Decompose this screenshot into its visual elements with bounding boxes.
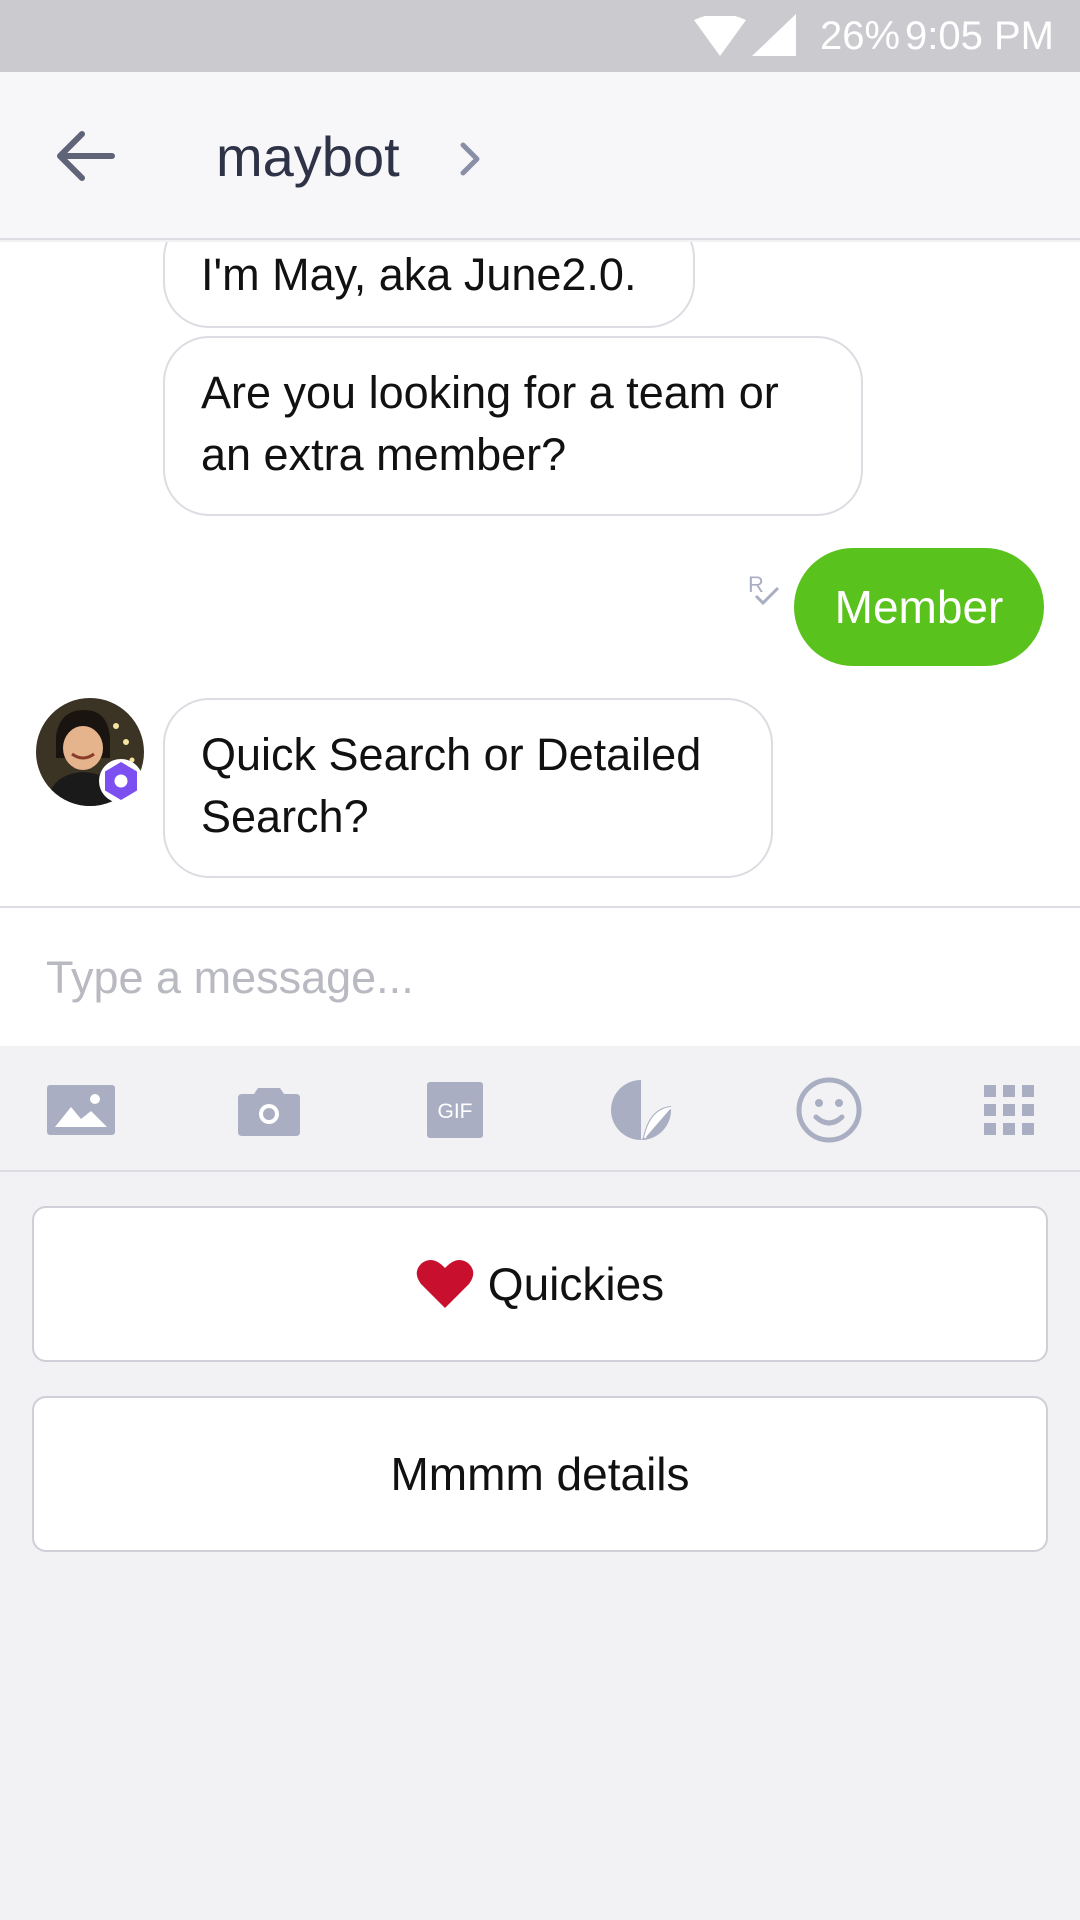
heart-icon (416, 1259, 474, 1308)
gif-label: GIF (438, 1100, 473, 1123)
chat-title[interactable]: maybot (216, 124, 400, 189)
message-list[interactable]: I'm May, aka June2.0. Are you looking fo… (0, 242, 1080, 906)
quick-replies: Quickies Mmmm details (0, 1172, 1080, 1920)
bot-badge-icon (99, 759, 143, 803)
image-icon (47, 1085, 115, 1135)
back-button[interactable] (44, 118, 124, 194)
more-apps-button[interactable] (964, 1074, 1054, 1146)
wifi-icon (694, 16, 746, 56)
battery-level: 26% (820, 14, 901, 58)
message-input[interactable] (46, 946, 1026, 1010)
image-button[interactable] (36, 1074, 126, 1146)
sticker-button[interactable] (596, 1074, 686, 1146)
sticker-icon (611, 1080, 672, 1140)
gif-button[interactable]: GIF (410, 1074, 500, 1146)
quickies-label: Quickies (487, 1258, 665, 1310)
apps-grid-icon (984, 1085, 1034, 1135)
details-label: Mmmm details (390, 1448, 690, 1500)
svg-text:R: R (748, 572, 764, 597)
chevron-right-icon[interactable] (458, 140, 482, 178)
details-button[interactable]: Mmmm details (32, 1396, 1048, 1552)
back-arrow-icon (57, 131, 115, 181)
incoming-message: Quick Search or Detailed Search? (163, 698, 773, 878)
gif-icon: GIF (427, 1082, 483, 1138)
outgoing-message: Member (794, 548, 1044, 666)
status-bar: 26% 9:05 PM (0, 0, 1080, 72)
emoji-icon (796, 1077, 862, 1143)
composer (0, 906, 1080, 1046)
quickies-button[interactable]: Quickies (32, 1206, 1048, 1362)
incoming-message: I'm May, aka June2.0. (163, 242, 695, 328)
attachment-toolbar: GIF (0, 1046, 1080, 1172)
camera-icon (238, 1088, 300, 1136)
emoji-button[interactable] (784, 1074, 874, 1146)
chat-header: maybot (0, 72, 1080, 240)
camera-button[interactable] (224, 1074, 314, 1146)
incoming-message: Are you looking for a team or an extra m… (163, 336, 863, 516)
read-receipt-icon: R (748, 572, 780, 606)
clock: 9:05 PM (905, 14, 1054, 58)
signal-icon (752, 14, 796, 56)
